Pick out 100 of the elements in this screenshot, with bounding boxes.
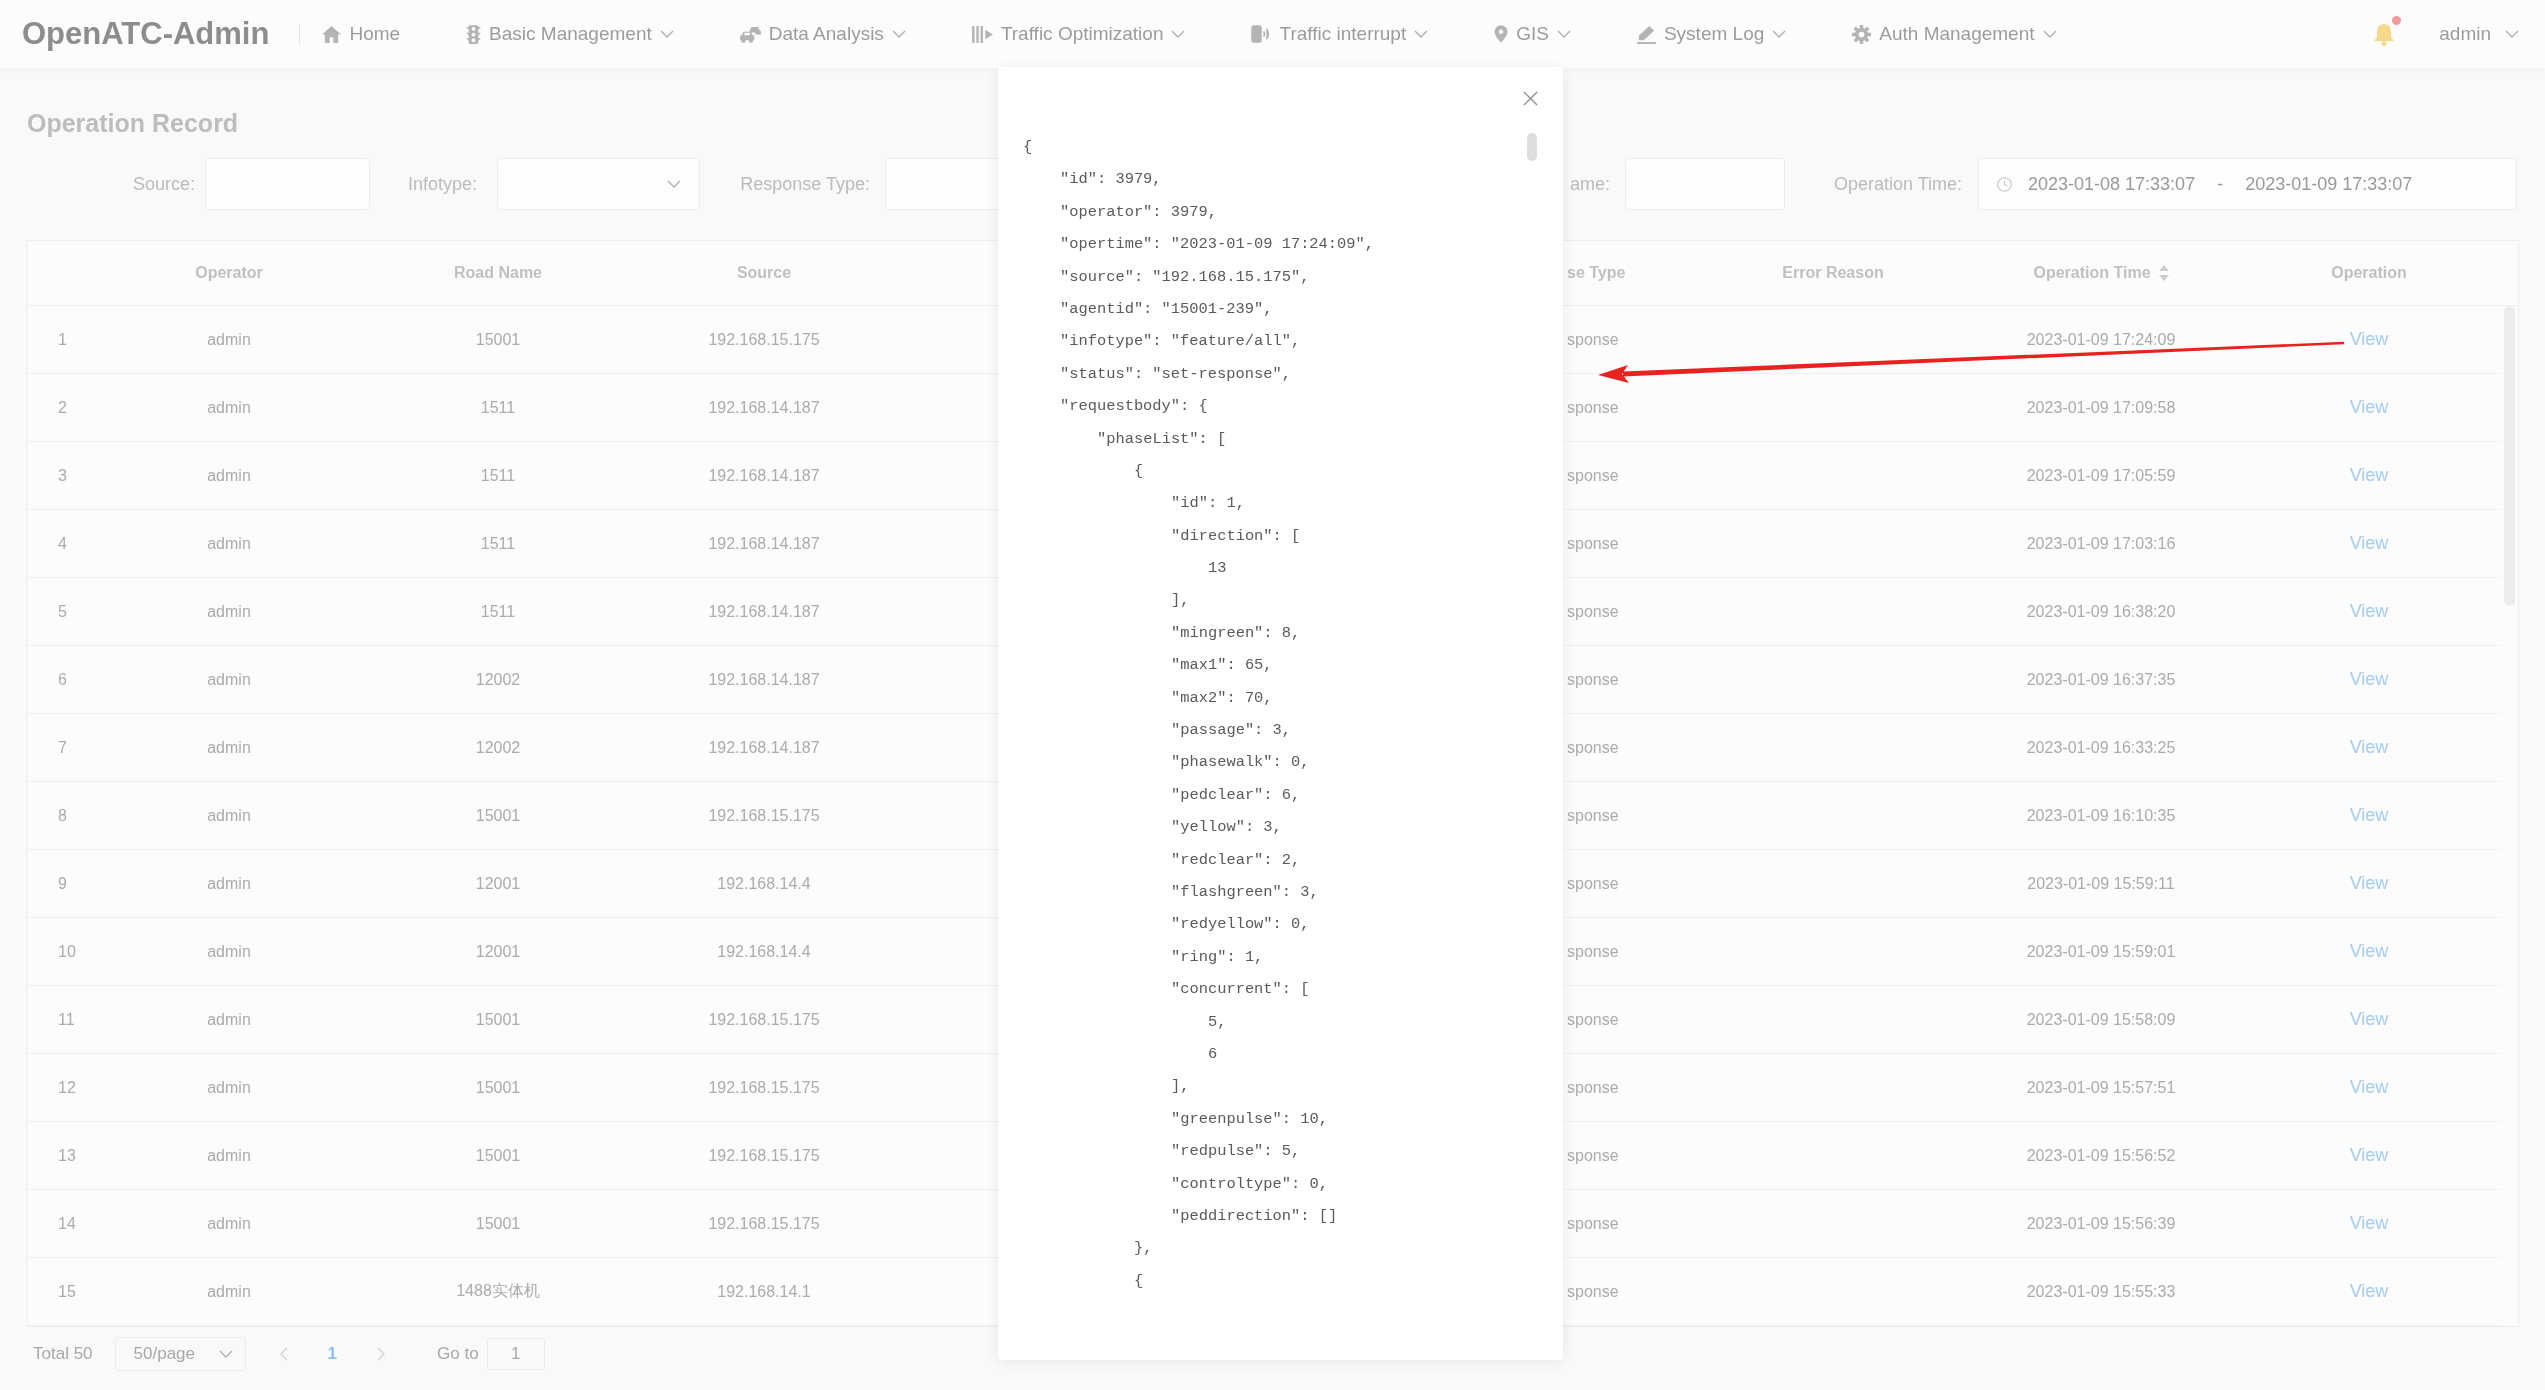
table-cell: 2023-01-09 17:09:58: [2026, 398, 2176, 417]
page-input[interactable]: 1: [486, 1338, 545, 1370]
row-number: 3: [58, 466, 67, 485]
filter-label: Infotype:: [407, 173, 477, 194]
column-header: Source: [736, 264, 792, 282]
code-line: 6: [1208, 1043, 1218, 1065]
close-button[interactable]: [1523, 91, 1538, 106]
table-cell: sponse: [1567, 1010, 1619, 1029]
code-line: "flashgreen": 3,: [1171, 882, 1319, 903]
nav-menu-item[interactable]: Traffic Optimization: [971, 23, 1186, 45]
scrollbar-thumb[interactable]: [1527, 133, 1537, 161]
table-cell: sponse: [1567, 398, 1619, 417]
user-menu[interactable]: admin: [2439, 23, 2519, 45]
table-cell: admin: [207, 1146, 251, 1165]
nav-menu-item[interactable]: GIS: [1494, 23, 1571, 45]
view-link[interactable]: View: [2349, 873, 2389, 894]
code-line: 5,: [1208, 1011, 1227, 1033]
table-cell: 192.168.14.187: [708, 534, 820, 553]
table-cell: 1511: [480, 466, 516, 485]
view-link[interactable]: View: [2349, 329, 2389, 350]
code-line: {: [1134, 1270, 1144, 1292]
page-number-button[interactable]: 1: [321, 1340, 343, 1368]
row-number: 14: [58, 1214, 76, 1233]
code-line: "max2": 70,: [1171, 687, 1273, 709]
view-link[interactable]: View: [2349, 669, 2389, 690]
code-line: },: [1134, 1238, 1153, 1260]
text-field[interactable]: [885, 158, 1000, 210]
view-link[interactable]: View: [2349, 1009, 2389, 1030]
code-line: "ring": 1,: [1171, 946, 1264, 968]
caret-down-icon: [667, 180, 681, 188]
home-icon: [322, 25, 342, 43]
bars-icon: [971, 25, 993, 43]
row-number: 6: [58, 670, 67, 689]
code-line: "operator": 3979,: [1060, 201, 1217, 223]
code-line: "mingreen": 8,: [1171, 622, 1301, 644]
row-number: 7: [58, 738, 67, 757]
table-cell: 2023-01-09 16:37:35: [2026, 670, 2176, 689]
view-link[interactable]: View: [2349, 397, 2389, 418]
code-line: "infotype": "feature/all",: [1060, 331, 1301, 353]
table-cell: admin: [207, 670, 251, 689]
nav-menu-item[interactable]: Auth Management: [1852, 23, 2057, 45]
code-line: "passage": 3,: [1171, 720, 1292, 742]
code-line: "phaseList": [: [1097, 428, 1227, 450]
code-line: "redclear": 2,: [1171, 849, 1301, 871]
table-cell: 2023-01-09 17:24:09: [2026, 330, 2176, 349]
range-separator: -: [2217, 173, 2224, 195]
nav-menu-item[interactable]: System Log: [1636, 23, 1787, 45]
table-cell: sponse: [1567, 806, 1619, 825]
view-link[interactable]: View: [2349, 737, 2389, 758]
table-cell: admin: [207, 534, 251, 553]
code-line: {: [1023, 137, 1033, 158]
filter-label: ame:: [1569, 173, 1610, 194]
code-line: "phasewalk": 0,: [1171, 752, 1310, 774]
table-cell: 15001: [475, 806, 521, 825]
code-line: ],: [1171, 1076, 1190, 1098]
row-number: 2: [58, 398, 67, 417]
table-cell: 2023-01-09 16:33:25: [2026, 738, 2176, 757]
page-size-select[interactable]: 50/page: [114, 1337, 246, 1371]
table-cell: admin: [207, 806, 251, 825]
nav-menu-item[interactable]: Home: [322, 23, 401, 45]
table-cell: 192.168.15.175: [708, 1214, 820, 1233]
table-cell: 1511: [480, 398, 516, 417]
code-line: "id": 1,: [1171, 493, 1245, 515]
nav-menu-item[interactable]: Data Analysis: [739, 23, 906, 45]
table-cell: 2023-01-09 15:59:11: [2027, 874, 2175, 893]
view-link[interactable]: View: [2349, 1077, 2389, 1098]
table-cell: 2023-01-09 15:58:09: [2026, 1010, 2176, 1029]
view-link[interactable]: View: [2349, 1145, 2389, 1166]
view-link[interactable]: View: [2349, 805, 2389, 826]
table-cell: admin: [207, 874, 251, 893]
filter-label: Source:: [132, 173, 195, 194]
view-link[interactable]: View: [2349, 601, 2389, 622]
date-range-field[interactable]: 2023-01-08 17:33:07 - 2023-01-09 17:33:07: [1978, 158, 2517, 210]
table-cell: 192.168.15.175: [708, 806, 820, 825]
table-cell: admin: [207, 466, 251, 485]
column-header: Operator: [195, 264, 263, 282]
table-cell: 2023-01-09 15:55:33: [2026, 1282, 2176, 1301]
view-link[interactable]: View: [2349, 1213, 2389, 1234]
table-cell: sponse: [1567, 670, 1619, 689]
table-cell: admin: [207, 738, 251, 757]
table-cell: admin: [207, 398, 251, 417]
row-number: 11: [58, 1010, 75, 1029]
nav-menu-item[interactable]: Traffic interrupt: [1251, 23, 1429, 45]
map-pin-icon: [1494, 25, 1509, 43]
view-link[interactable]: View: [2349, 1281, 2389, 1302]
code-line: "opertime": "2023-01-09 17:24:09",: [1060, 234, 1375, 256]
view-link[interactable]: View: [2349, 941, 2389, 962]
select-field[interactable]: [497, 158, 700, 210]
bell-icon[interactable]: [2373, 22, 2396, 46]
table-cell: sponse: [1567, 874, 1619, 893]
column-header: Error Reason: [1782, 264, 1884, 282]
column-header: Operation: [2331, 264, 2407, 282]
table-cell: 12002: [475, 738, 521, 757]
table-cell: sponse: [1567, 1214, 1619, 1233]
nav-menu-item[interactable]: Basic Management: [466, 23, 674, 45]
view-link[interactable]: View: [2349, 465, 2389, 486]
view-link[interactable]: View: [2349, 533, 2389, 554]
sort-icon[interactable]: [2158, 265, 2169, 281]
table-cell: 15001: [475, 1078, 521, 1097]
filter-label: Operation Time:: [1833, 173, 1962, 194]
